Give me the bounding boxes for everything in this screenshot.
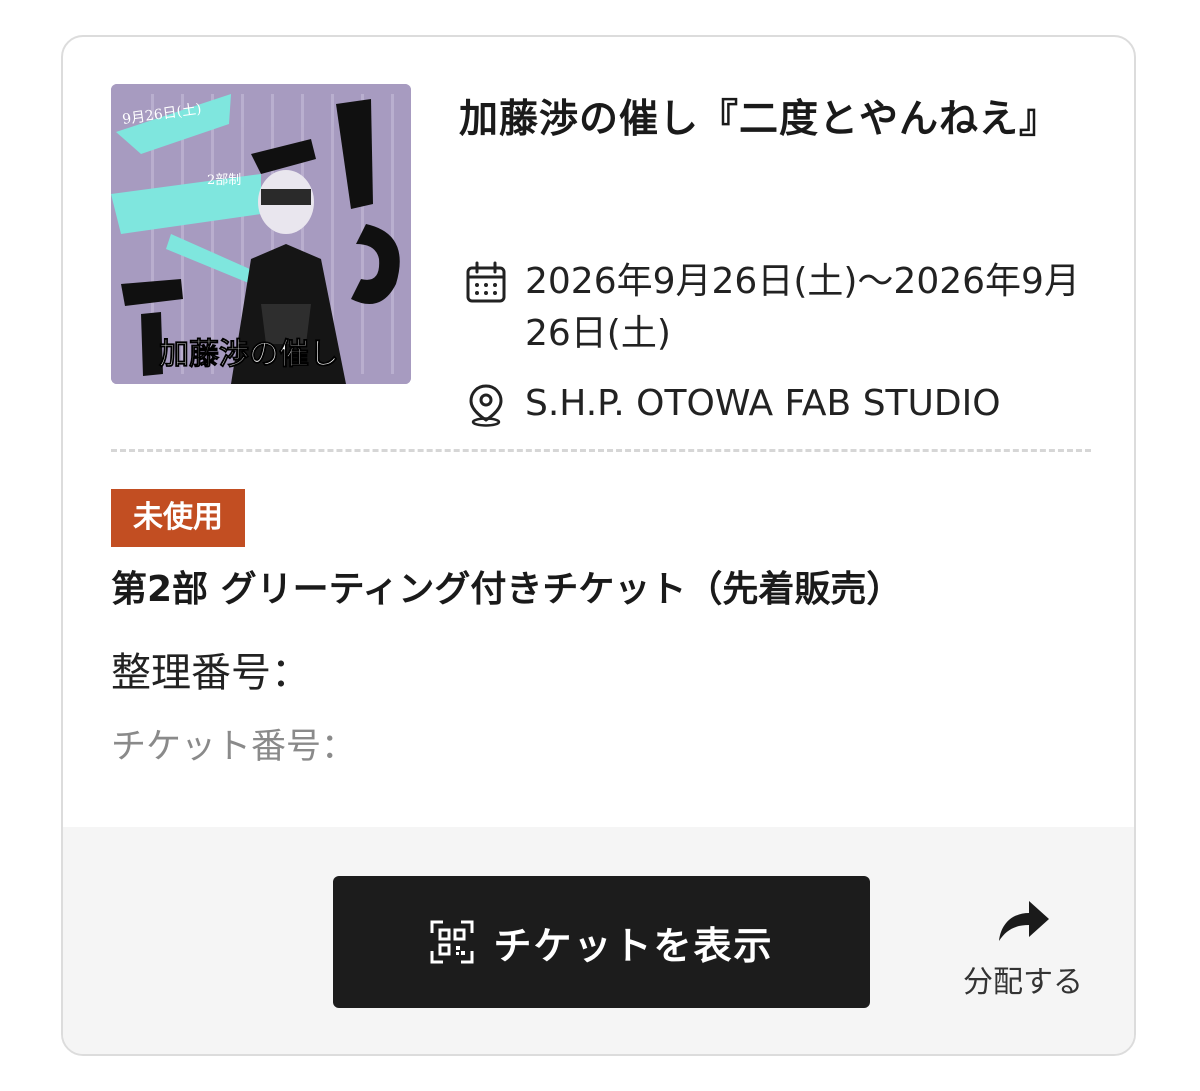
share-label: 分配する [963,965,1083,1000]
share-arrow-icon [999,901,1049,941]
thumbnail-parts-text: 2部制 [207,173,241,188]
ticket-type-title: 第2部 グリーティング付きチケット（先着販売） [111,569,903,610]
location-pin-icon [469,384,503,427]
show-ticket-button[interactable]: チケットを表示 [333,876,870,1008]
event-flyer-image: 9月26日(土) 2部制 加藤渉の催し [111,84,411,384]
share-button[interactable]: 分配する [943,893,1103,1001]
seat-number-label: 整理番号： [111,650,311,696]
status-badge: 未使用 [111,489,245,547]
ticket-card-body: 9月26日(土) 2部制 加藤渉の催し 加藤渉の催し『二度とやんねえ』 2026… [63,37,1134,827]
thumbnail-title-text: 加藤渉の催し [159,337,339,372]
section-divider [111,449,1091,452]
event-venue-row: S.H.P. OTOWA FAB STUDIO [463,378,1085,430]
show-ticket-label: チケットを表示 [493,923,774,968]
ticket-number-row: チケット番号： [111,722,356,772]
ticket-number-label: チケット番号： [111,727,357,767]
qr-code-icon [430,920,474,964]
ticket-actions-bar: チケットを表示 分配する [63,827,1134,1054]
ticket-card: 9月26日(土) 2部制 加藤渉の催し 加藤渉の催し『二度とやんねえ』 2026… [61,35,1136,1056]
event-date: 2026年9月26日(土)〜2026年9月26日(土) [525,261,1080,354]
seat-number-row: 整理番号： [111,645,311,701]
calendar-icon [466,261,506,303]
event-title: 加藤渉の催し『二度とやんねえ』 [459,97,1060,142]
event-venue: S.H.P. OTOWA FAB STUDIO [525,383,1001,424]
event-date-row: 2026年9月26日(土)〜2026年9月26日(土) [463,256,1085,360]
event-thumbnail: 9月26日(土) 2部制 加藤渉の催し [111,84,411,384]
